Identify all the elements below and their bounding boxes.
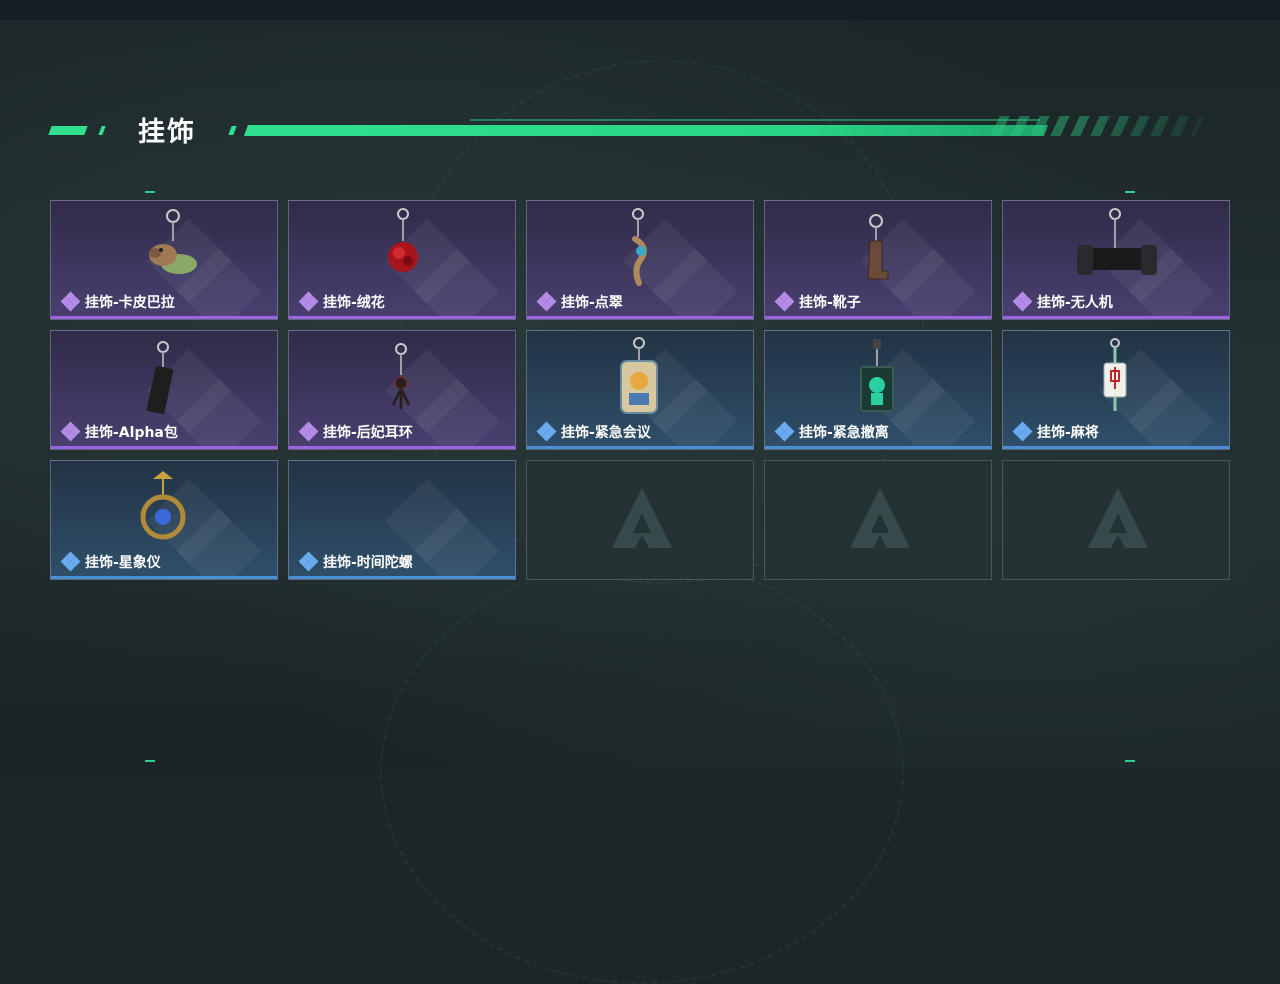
- charm-card[interactable]: 挂饰-时间陀螺: [288, 460, 516, 580]
- top-bar: [0, 0, 1280, 20]
- game-logo-icon: [1088, 488, 1148, 548]
- charm-card[interactable]: 挂饰-绒花: [288, 200, 516, 320]
- charm-label: 挂饰-麻将: [1037, 425, 1099, 441]
- rarity-line: [289, 446, 515, 449]
- charm-card[interactable]: 挂饰-紧急会议: [526, 330, 754, 450]
- charm-label: 挂饰-紧急会议: [561, 425, 651, 441]
- corner-mark: [145, 191, 155, 193]
- charm-card[interactable]: 挂饰-Alpha包: [50, 330, 278, 450]
- rarity-icon: [536, 421, 557, 442]
- header-thin-line: [470, 119, 1040, 121]
- charm-card[interactable]: 挂饰-麻将: [1002, 330, 1230, 450]
- rarity-icon: [298, 551, 319, 572]
- charm-name: 挂饰-卡皮巴拉: [60, 291, 175, 312]
- rarity-icon: [536, 291, 557, 312]
- charm-name: 挂饰-点翠: [536, 291, 623, 312]
- charm-name: 挂饰-紧急撤离: [774, 421, 889, 442]
- header-accent: [48, 126, 88, 135]
- astrolabe-charm-icon: [140, 471, 186, 540]
- charm-card[interactable]: 挂饰-紧急撤离: [764, 330, 992, 450]
- rarity-icon: [774, 421, 795, 442]
- header-line: [243, 125, 1049, 136]
- velvet-flower-charm-icon: [388, 208, 418, 272]
- kingfisher-charm-icon: [632, 208, 647, 286]
- emergency-exit-charm-icon: [860, 339, 894, 412]
- section-header: 挂饰: [48, 110, 1205, 148]
- rarity-icon: [774, 291, 795, 312]
- game-logo-icon: [612, 488, 672, 548]
- charm-name: 挂饰-后妃耳环: [298, 421, 413, 442]
- mahjong-charm-icon: [1103, 338, 1127, 411]
- charm-name: 挂饰-紧急会议: [536, 421, 651, 442]
- page-title: 挂饰: [138, 117, 196, 148]
- charm-label: 挂饰-时间陀螺: [323, 555, 413, 571]
- alpha-bag-charm-icon: [146, 341, 174, 414]
- charm-card[interactable]: 挂饰-点翠: [526, 200, 754, 320]
- rarity-line: [765, 446, 991, 449]
- header-accent: [228, 126, 237, 135]
- charm-name: 挂饰-星象仪: [60, 551, 161, 572]
- charm-grid: 挂饰-卡皮巴拉 挂饰-绒花 挂饰-点翠 挂饰-靴子 挂饰-无人机 挂饰-Alph…: [50, 200, 1230, 580]
- charm-card[interactable]: 挂饰-卡皮巴拉: [50, 200, 278, 320]
- charm-label: 挂饰-绒花: [323, 295, 385, 311]
- capybara-charm-icon: [149, 209, 197, 274]
- header-accent: [98, 126, 106, 135]
- empty-slot: [1002, 460, 1230, 580]
- rarity-icon: [1012, 421, 1033, 442]
- emergency-meeting-charm-icon: [620, 337, 658, 414]
- charm-card[interactable]: 挂饰-后妃耳环: [288, 330, 516, 450]
- rarity-icon: [60, 421, 81, 442]
- earring-charm-icon: [391, 343, 411, 409]
- charm-label: 挂饰-无人机: [1037, 295, 1113, 311]
- corner-mark: [145, 760, 155, 762]
- boot-charm-icon: [867, 214, 889, 280]
- rarity-line: [51, 316, 277, 319]
- rarity-icon: [1012, 291, 1033, 312]
- background-ring: [380, 560, 904, 984]
- empty-slot: [764, 460, 992, 580]
- rarity-line: [1003, 316, 1229, 319]
- charm-name: 挂饰-Alpha包: [60, 421, 178, 442]
- charm-name: 挂饰-麻将: [1012, 421, 1099, 442]
- charm-label: 挂饰-Alpha包: [85, 425, 178, 441]
- rarity-line: [1003, 446, 1229, 449]
- rarity-line: [51, 446, 277, 449]
- game-logo-icon: [850, 488, 910, 548]
- rarity-line: [289, 316, 515, 319]
- charm-label: 挂饰-靴子: [799, 295, 861, 311]
- rarity-line: [289, 576, 515, 579]
- charm-label: 挂饰-星象仪: [85, 555, 161, 571]
- rarity-line: [51, 576, 277, 579]
- rarity-line: [765, 316, 991, 319]
- charm-card[interactable]: 挂饰-靴子: [764, 200, 992, 320]
- charm-card[interactable]: 挂饰-星象仪: [50, 460, 278, 580]
- charm-label: 挂饰-点翠: [561, 295, 623, 311]
- corner-mark: [1125, 760, 1135, 762]
- charm-label: 挂饰-紧急撤离: [799, 425, 889, 441]
- charm-card[interactable]: 挂饰-无人机: [1002, 200, 1230, 320]
- rarity-line: [527, 316, 753, 319]
- empty-slot: [526, 460, 754, 580]
- rarity-line: [527, 446, 753, 449]
- charm-name: 挂饰-绒花: [298, 291, 385, 312]
- charm-name: 挂饰-时间陀螺: [298, 551, 413, 572]
- corner-mark: [1125, 191, 1135, 193]
- rarity-icon: [298, 421, 319, 442]
- header-checker: [990, 116, 1205, 136]
- charm-label: 挂饰-后妃耳环: [323, 425, 413, 441]
- drone-charm-icon: [1077, 208, 1157, 275]
- charm-label: 挂饰-卡皮巴拉: [85, 295, 175, 311]
- charm-name: 挂饰-无人机: [1012, 291, 1113, 312]
- charm-name: 挂饰-靴子: [774, 291, 861, 312]
- rarity-icon: [60, 551, 81, 572]
- rarity-icon: [298, 291, 319, 312]
- rarity-icon: [60, 291, 81, 312]
